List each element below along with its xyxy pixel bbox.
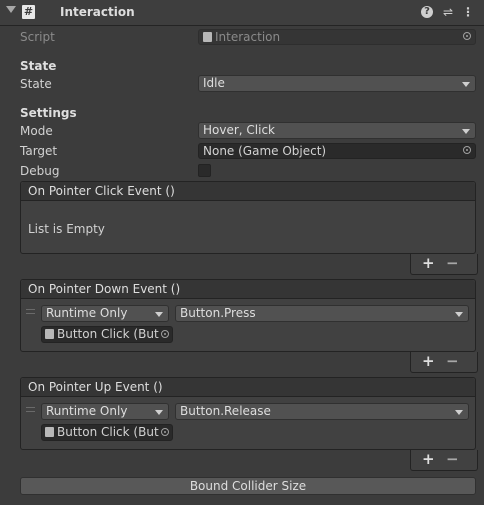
object-field[interactable]: Button Click (But xyxy=(41,326,173,343)
pointer-click-footer: + − xyxy=(410,254,478,275)
runtime-value: Runtime Only xyxy=(46,404,128,418)
object-value: Button Click (But xyxy=(57,425,159,439)
chevron-down-icon xyxy=(455,410,463,415)
script-value: Interaction xyxy=(215,30,281,44)
debug-checkbox[interactable] xyxy=(198,164,211,177)
state-heading: State xyxy=(20,59,57,73)
runtime-value: Runtime Only xyxy=(46,306,128,320)
object-picker-icon[interactable] xyxy=(161,330,169,338)
chevron-down-icon xyxy=(462,82,470,87)
chevron-down-icon xyxy=(155,312,163,317)
more-icon[interactable]: ⋮ xyxy=(461,5,475,19)
function-value: Button.Release xyxy=(180,404,271,418)
mode-dropdown[interactable]: Hover, Click xyxy=(198,122,476,139)
target-value: None (Game Object) xyxy=(203,144,327,158)
list-empty-text: List is Empty xyxy=(28,222,105,236)
event-title: On Pointer Click Event () xyxy=(21,182,475,201)
pointer-click-event: On Pointer Click Event () List is Empty xyxy=(20,181,476,254)
drag-handle-icon[interactable] xyxy=(26,309,35,314)
function-value: Button.Press xyxy=(180,306,256,320)
target-field[interactable]: None (Game Object) xyxy=(198,143,476,159)
drag-handle-icon[interactable] xyxy=(26,407,35,412)
debug-label: Debug xyxy=(20,164,60,178)
chevron-down-icon xyxy=(455,312,463,317)
state-value: Idle xyxy=(203,76,225,90)
event-title: On Pointer Up Event () xyxy=(21,378,475,397)
mode-label: Mode xyxy=(20,124,53,138)
settings-heading: Settings xyxy=(20,106,77,120)
function-dropdown[interactable]: Button.Release xyxy=(175,403,469,420)
object-picker-icon[interactable] xyxy=(463,146,471,154)
component-icon xyxy=(45,427,54,437)
state-dropdown[interactable]: Idle xyxy=(198,75,476,92)
remove-icon[interactable]: − xyxy=(446,256,459,271)
script-file-icon xyxy=(203,32,212,42)
state-label: State xyxy=(20,77,52,91)
object-value: Button Click (But xyxy=(57,327,159,341)
add-icon[interactable]: + xyxy=(422,354,435,369)
bound-collider-size-button[interactable]: Bound Collider Size xyxy=(20,477,476,495)
pointer-up-event: On Pointer Up Event () Runtime Only Butt… xyxy=(20,377,476,450)
add-icon[interactable]: + xyxy=(422,452,435,467)
function-dropdown[interactable]: Button.Press xyxy=(175,305,469,322)
object-picker-icon xyxy=(463,32,471,40)
pointer-down-footer: + − xyxy=(410,352,478,373)
pointer-up-footer: + − xyxy=(410,450,478,471)
preset-icon[interactable]: ⇌ xyxy=(441,5,455,19)
component-header: # Interaction ? ⇌ ⋮ xyxy=(0,0,484,26)
foldout-arrow-icon[interactable] xyxy=(6,6,16,13)
runtime-dropdown[interactable]: Runtime Only xyxy=(41,403,169,420)
mode-value: Hover, Click xyxy=(203,123,276,137)
component-title: Interaction xyxy=(60,5,135,19)
remove-icon[interactable]: − xyxy=(446,452,459,467)
chevron-down-icon xyxy=(462,129,470,134)
script-label: Script xyxy=(20,30,55,44)
add-icon[interactable]: + xyxy=(422,256,435,271)
help-icon[interactable]: ? xyxy=(421,6,433,18)
script-field: Interaction xyxy=(198,29,476,45)
object-picker-icon[interactable] xyxy=(161,428,169,436)
script-icon: # xyxy=(22,5,35,19)
event-title: On Pointer Down Event () xyxy=(21,280,475,299)
component-icon xyxy=(45,329,54,339)
chevron-down-icon xyxy=(155,410,163,415)
remove-icon[interactable]: − xyxy=(446,354,459,369)
object-field[interactable]: Button Click (But xyxy=(41,424,173,441)
runtime-dropdown[interactable]: Runtime Only xyxy=(41,305,169,322)
target-label: Target xyxy=(20,144,58,158)
pointer-down-event: On Pointer Down Event () Runtime Only Bu… xyxy=(20,279,476,352)
